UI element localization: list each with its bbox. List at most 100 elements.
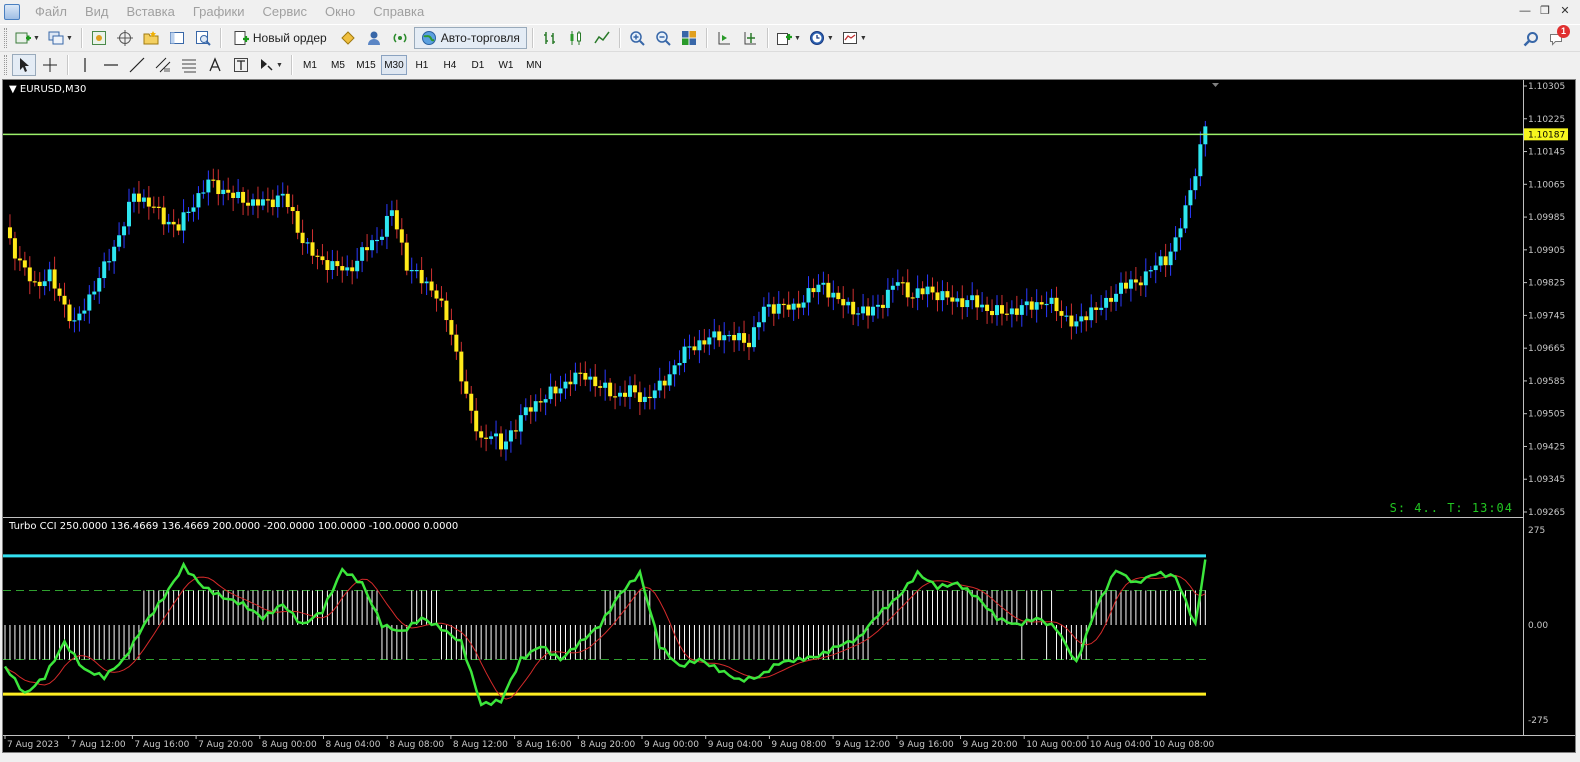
new-order-button[interactable]: Новый ордер [226,27,334,49]
line-chart-button[interactable] [590,27,614,49]
horizontal-line-button[interactable] [99,54,123,76]
notifications-button[interactable]: 1 [1545,25,1570,50]
zoom-in-icon [630,31,645,46]
bar-chart-icon [543,32,555,44]
vertical-line-button[interactable] [73,54,97,76]
app-icon[interactable] [4,4,20,20]
candle-body [623,392,627,397]
candle-body [1158,256,1163,266]
chart-window[interactable]: 1.10305 1.10225 1.10145 1.10065 1.09985 1.099… [2,79,1576,753]
close-icon[interactable]: ✕ [1557,3,1573,19]
periods-button[interactable]: ▼ [806,27,837,49]
trendline-button[interactable] [125,54,149,76]
bar-chart-button[interactable] [538,27,562,49]
candle-body [985,304,990,311]
equidistant-channel-button[interactable] [151,54,175,76]
candle-body [191,207,196,212]
time-axis-label: 7 Aug 16:00 [134,740,189,750]
indicator-title[interactable]: Turbo CCI 250.0000 136.4669 136.4669 200… [9,521,458,532]
autotrading-button[interactable]: Авто-торговля [413,27,527,49]
menu-file[interactable]: Файл [26,0,76,24]
tile-windows-button[interactable] [677,27,701,49]
candle-body [851,301,856,315]
menu-view[interactable]: Вид [76,0,118,24]
candle-body [756,322,761,328]
candle-body [345,267,350,271]
candle-body [1094,307,1099,310]
text-button[interactable] [203,54,227,76]
terminal-window-icon [169,32,184,44]
indicators-button[interactable]: ▼ [773,27,804,49]
zoom-out-button[interactable] [651,27,675,49]
timeframe-d1[interactable]: D1 [465,55,491,75]
profiles-button[interactable]: ▼ [45,27,76,49]
candle-body [216,180,221,195]
menu-bar: Файл Вид Вставка Графики Сервис Окно Спр… [0,0,1580,24]
magnifier-chart-icon [195,31,211,46]
candle-body [1059,311,1064,316]
candle-body [722,335,727,341]
turbo-cci-indicator [3,554,1207,707]
signals-button[interactable] [362,27,386,49]
strategy-tester-button[interactable] [191,27,215,49]
candle-body [732,334,737,341]
arrows-button[interactable]: ▼ [255,54,286,76]
candle-body [533,401,538,412]
candle-body [1034,302,1039,310]
candle-body [841,299,846,306]
candle-body [449,320,454,335]
candle-body [618,392,623,397]
candle-body [900,282,905,284]
market-watch-button[interactable] [87,27,111,49]
candle-body [737,333,742,341]
candle-body [771,304,776,314]
candle-body [489,436,494,439]
search-icon [1523,32,1538,47]
new-chart-button[interactable]: ▼ [12,27,43,49]
search-button[interactable] [1519,28,1543,50]
chart-symbol-title[interactable]: ▼ EURUSD,M30 [9,84,86,95]
cursor-button[interactable] [12,54,36,76]
data-window-button[interactable] [113,27,137,49]
chart-shift-marker[interactable] [1212,83,1219,87]
autoscroll-button[interactable] [738,27,762,49]
chart-canvas[interactable]: 1.10305 1.10225 1.10145 1.10065 1.09985 1.099… [3,80,1575,752]
timeframe-w1[interactable]: W1 [493,55,519,75]
terminal-button[interactable] [165,27,189,49]
fibonacci-button[interactable] [177,54,201,76]
menu-help[interactable]: Справка [364,0,433,24]
crosshair-button[interactable] [38,54,62,76]
candle-body [925,286,930,295]
timeframe-m5[interactable]: M5 [325,55,351,75]
zoom-in-button[interactable] [625,27,649,49]
text-label-button[interactable] [229,54,253,76]
webtrading-button[interactable] [388,27,412,49]
candle-body [42,281,47,287]
templates-button[interactable]: ▼ [839,27,870,49]
expert-editor-button[interactable] [336,27,360,49]
minimize-icon[interactable]: — [1517,3,1533,19]
menu-charts[interactable]: Графики [184,0,254,24]
toolbar-grip[interactable] [4,28,7,48]
restore-icon[interactable]: ❐ [1537,3,1553,19]
timeframe-h1[interactable]: H1 [409,55,435,75]
timeframe-h4[interactable]: H4 [437,55,463,75]
candle-body [236,191,241,198]
candlestick-button[interactable] [564,27,588,49]
toolbar-grip[interactable] [4,55,7,75]
chart-shift-button[interactable] [712,27,736,49]
autotrading-globe-icon [421,31,436,45]
vertical-line-icon [84,58,86,72]
timeframe-m1[interactable]: M1 [297,55,323,75]
candle-body [1099,307,1104,310]
menu-tools[interactable]: Сервис [254,0,317,24]
timeframe-m15[interactable]: M15 [353,55,379,75]
menu-insert[interactable]: Вставка [118,0,184,24]
menu-window[interactable]: Окно [316,0,364,24]
candle-body [1114,293,1119,302]
timeframe-m30[interactable]: M30 [380,55,407,75]
candle-body [419,270,424,284]
timeframe-mn[interactable]: MN [521,55,547,75]
navigator-button[interactable] [139,27,163,49]
candle-body [920,288,925,295]
